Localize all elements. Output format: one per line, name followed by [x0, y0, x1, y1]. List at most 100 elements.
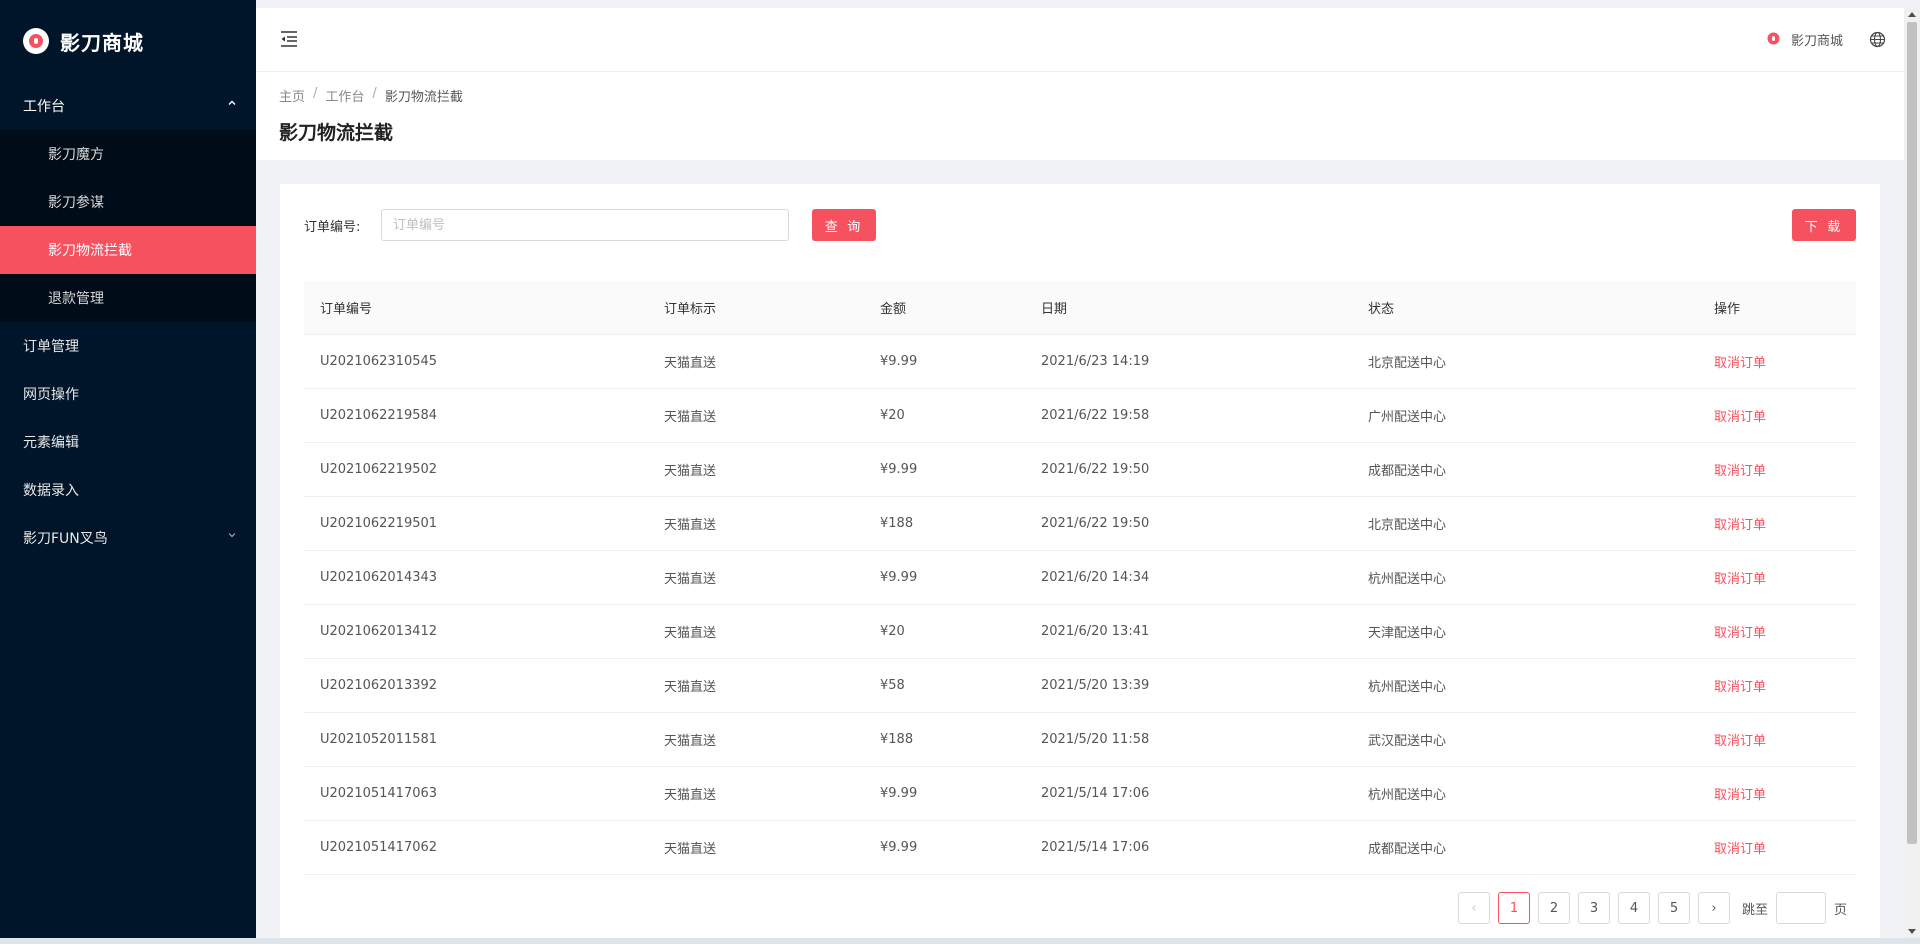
cancel-order-link[interactable]: 取消订单	[1714, 730, 1766, 749]
cell-status: 成都配送中心	[1368, 842, 1447, 857]
sidebar-item-yingdao-canmou[interactable]: 影刀参谋	[0, 178, 256, 226]
column-header-amount: 金额	[880, 302, 907, 317]
cell-amount: ¥9.99	[880, 840, 918, 855]
cancel-order-link[interactable]: 取消订单	[1714, 406, 1766, 425]
cell-amount: ¥188	[880, 516, 914, 531]
sidebar-item-data-entry[interactable]: 数据录入	[0, 466, 256, 514]
cell-amount: ¥188	[880, 732, 914, 747]
sidebar-item-label: 影刀参谋	[48, 195, 104, 211]
cell-amount: ¥9.99	[880, 786, 918, 801]
table-row: U2021052011581 天猫直送 ¥188 2021/5/20 11:58…	[304, 713, 1856, 767]
cell-date: 2021/5/14 17:06	[1041, 840, 1150, 855]
sidebar-item-order-management[interactable]: 订单管理	[0, 322, 256, 370]
sidebar-item-label: 网页操作	[23, 387, 79, 403]
cell-order-tag: 天猫直送	[664, 572, 717, 587]
sidebar-item-web-operation[interactable]: 网页操作	[0, 370, 256, 418]
cell-status: 天津配送中心	[1368, 626, 1447, 641]
table-row: U2021051417063 天猫直送 ¥9.99 2021/5/14 17:0…	[304, 767, 1856, 821]
cancel-order-link[interactable]: 取消订单	[1714, 514, 1766, 533]
order-number-label: 订单编号:	[304, 220, 361, 235]
column-header-order-id: 订单编号	[320, 302, 373, 317]
cancel-order-link[interactable]: 取消订单	[1714, 460, 1766, 479]
query-button[interactable]: 查 询	[812, 209, 876, 241]
cell-order-tag: 天猫直送	[664, 626, 717, 641]
cell-status: 成都配送中心	[1368, 464, 1447, 479]
breadcrumb-separator: /	[372, 86, 377, 101]
download-button[interactable]: 下 载	[1792, 209, 1856, 241]
sidebar-item-yingdao-mofang[interactable]: 影刀魔方	[0, 130, 256, 178]
cancel-order-link[interactable]: 取消订单	[1714, 784, 1766, 803]
sidebar-item-workbench[interactable]: 工作台	[0, 82, 256, 130]
table-row: U2021062219584 天猫直送 ¥20 2021/6/22 19:58 …	[304, 389, 1856, 443]
breadcrumb: 主页 / 工作台 / 影刀物流拦截	[279, 86, 463, 105]
pagination-jump-suffix: 页	[1834, 902, 1848, 918]
cell-amount: ¥58	[880, 678, 905, 693]
scrollbar-thumb[interactable]	[1907, 22, 1917, 844]
cancel-order-link[interactable]: 取消订单	[1714, 622, 1766, 641]
sidebar-item-logistics-intercept[interactable]: 影刀物流拦截	[0, 226, 256, 274]
page-header: 主页 / 工作台 / 影刀物流拦截 影刀物流拦截	[256, 72, 1904, 160]
globe-icon[interactable]	[1869, 31, 1886, 48]
column-header-date: 日期	[1041, 302, 1068, 317]
breadcrumb-home[interactable]: 主页	[279, 86, 305, 105]
cell-order-id: U2021062310545	[320, 354, 438, 369]
order-number-input[interactable]	[381, 209, 789, 241]
cancel-order-link[interactable]: 取消订单	[1714, 352, 1766, 371]
cell-date: 2021/6/22 19:50	[1041, 462, 1150, 477]
cancel-order-link[interactable]: 取消订单	[1714, 676, 1766, 695]
cell-order-tag: 天猫直送	[664, 680, 717, 695]
sidebar-item-element-edit[interactable]: 元素编辑	[0, 418, 256, 466]
header-brand[interactable]: 影刀商城	[1791, 30, 1843, 49]
scroll-up-arrow-icon[interactable]	[1908, 12, 1916, 17]
scroll-down-arrow-icon[interactable]	[1908, 929, 1916, 934]
menu-fold-icon[interactable]	[279, 30, 299, 48]
pagination-page-3[interactable]: 3	[1578, 892, 1610, 924]
cell-amount: ¥9.99	[880, 570, 918, 585]
cell-date: 2021/6/22 19:58	[1041, 408, 1150, 423]
sidebar-logo[interactable]: 影刀商城	[0, 0, 256, 82]
pagination-page-1[interactable]: 1	[1498, 892, 1530, 924]
vertical-scrollbar[interactable]	[1904, 8, 1920, 938]
cell-order-tag: 天猫直送	[664, 734, 717, 749]
table-header: 订单编号 订单标示 金额 日期 状态 操作	[304, 281, 1856, 335]
cell-order-tag: 天猫直送	[664, 410, 717, 425]
pagination-jump-input[interactable]	[1776, 892, 1827, 924]
top-header: 影刀商城	[256, 8, 1904, 72]
sidebar-item-label: 影刀FUN叉鸟	[23, 531, 108, 547]
page-title: 影刀物流拦截	[279, 122, 394, 144]
pagination-page-4[interactable]: 4	[1618, 892, 1650, 924]
sidebar-item-label: 影刀物流拦截	[48, 243, 132, 259]
table-row: U2021062310545 天猫直送 ¥9.99 2021/6/23 14:1…	[304, 335, 1856, 389]
cell-status: 北京配送中心	[1368, 518, 1447, 533]
cancel-order-link[interactable]: 取消订单	[1714, 838, 1766, 857]
pagination-next-button[interactable]: ›	[1698, 892, 1730, 924]
table-row: U2021062013392 天猫直送 ¥58 2021/5/20 13:39 …	[304, 659, 1856, 713]
breadcrumb-workbench[interactable]: 工作台	[325, 86, 364, 105]
cell-amount: ¥9.99	[880, 354, 918, 369]
column-header-status: 状态	[1368, 302, 1395, 317]
sidebar-item-fun-chaniao[interactable]: 影刀FUN叉鸟	[0, 514, 256, 562]
table-row: U2021062219501 天猫直送 ¥188 2021/6/22 19:50…	[304, 497, 1856, 551]
yingdao-logo-icon	[1767, 32, 1780, 45]
cell-date: 2021/6/23 14:19	[1041, 354, 1150, 369]
column-header-action: 操作	[1714, 302, 1741, 317]
pagination-page-5[interactable]: 5	[1658, 892, 1690, 924]
cell-order-tag: 天猫直送	[664, 518, 717, 533]
cell-order-id: U2021052011581	[320, 732, 438, 747]
sidebar-submenu-workbench: 影刀魔方 影刀参谋 影刀物流拦截 退款管理	[0, 130, 256, 322]
cell-order-tag: 天猫直送	[664, 842, 717, 857]
sidebar-item-refund-management[interactable]: 退款管理	[0, 274, 256, 322]
cell-status: 杭州配送中心	[1368, 680, 1447, 695]
breadcrumb-separator: /	[313, 86, 318, 101]
pagination-prev-button[interactable]: ‹	[1458, 892, 1490, 924]
sidebar-item-label: 元素编辑	[23, 435, 79, 451]
sidebar-item-label: 影刀魔方	[48, 147, 104, 163]
table-row: U2021051417062 天猫直送 ¥9.99 2021/5/14 17:0…	[304, 821, 1856, 875]
cell-date: 2021/6/20 13:41	[1041, 624, 1150, 639]
cell-date: 2021/6/20 14:34	[1041, 570, 1150, 585]
cell-date: 2021/5/20 13:39	[1041, 678, 1150, 693]
pagination-page-2[interactable]: 2	[1538, 892, 1570, 924]
cancel-order-link[interactable]: 取消订单	[1714, 568, 1766, 587]
cell-order-id: U2021062013412	[320, 624, 438, 639]
chevron-down-icon	[228, 533, 236, 538]
